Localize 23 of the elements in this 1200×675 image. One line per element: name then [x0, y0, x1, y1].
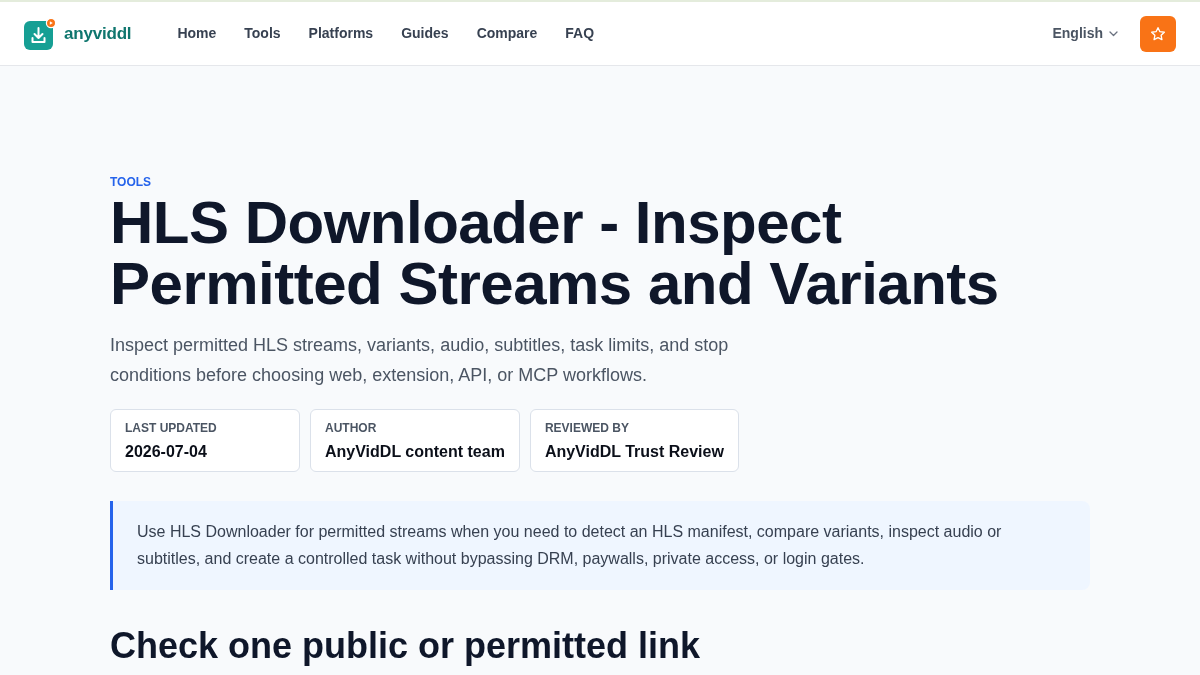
page-title: HLS Downloader - Inspect Permitted Streams and Variants [110, 192, 1000, 314]
meta-label: REVIEWED BY [544, 421, 629, 435]
category-label: TOOLS [110, 174, 152, 190]
callout-text: Use HLS Downloader for permitted streams when you need to detect an HLS manifest, compare variants, inspect audio or subtitles, and create a controlled task without bypassing DRM, paywalls, private access, or login gates. [137, 522, 1003, 569]
nav-link[interactable]: Home [177, 23, 217, 44]
nav-link[interactable]: Guides [401, 23, 449, 44]
logo-text[interactable]: anyviddl [64, 20, 132, 47]
meta-label: AUTHOR [325, 421, 377, 435]
section-heading: Check one public or permitted link [110, 626, 701, 666]
chevron-down-icon [1109, 30, 1118, 37]
meta-value: AnyVidDL content team [325, 442, 505, 462]
favorite-button[interactable] [1140, 15, 1176, 52]
download-logo-icon[interactable] [24, 17, 56, 50]
meta-label: LAST UPDATED [125, 421, 217, 435]
nav-link[interactable]: Tools [244, 23, 281, 44]
language-selector[interactable]: English [1052, 23, 1118, 44]
meta-value: 2026-07-04 [125, 442, 207, 462]
meta-value: AnyVidDL Trust Review [544, 442, 724, 462]
nav-link[interactable]: Platforms [308, 23, 374, 44]
page-description: Inspect permitted HLS streams, variants, audio, subtitles, task limits, and stop conditions before choosing web, extension, API, or MCP workflows. [110, 334, 730, 387]
nav-link[interactable]: Compare [476, 23, 538, 44]
star-icon [1150, 25, 1166, 42]
nav-link[interactable]: FAQ [565, 23, 595, 44]
